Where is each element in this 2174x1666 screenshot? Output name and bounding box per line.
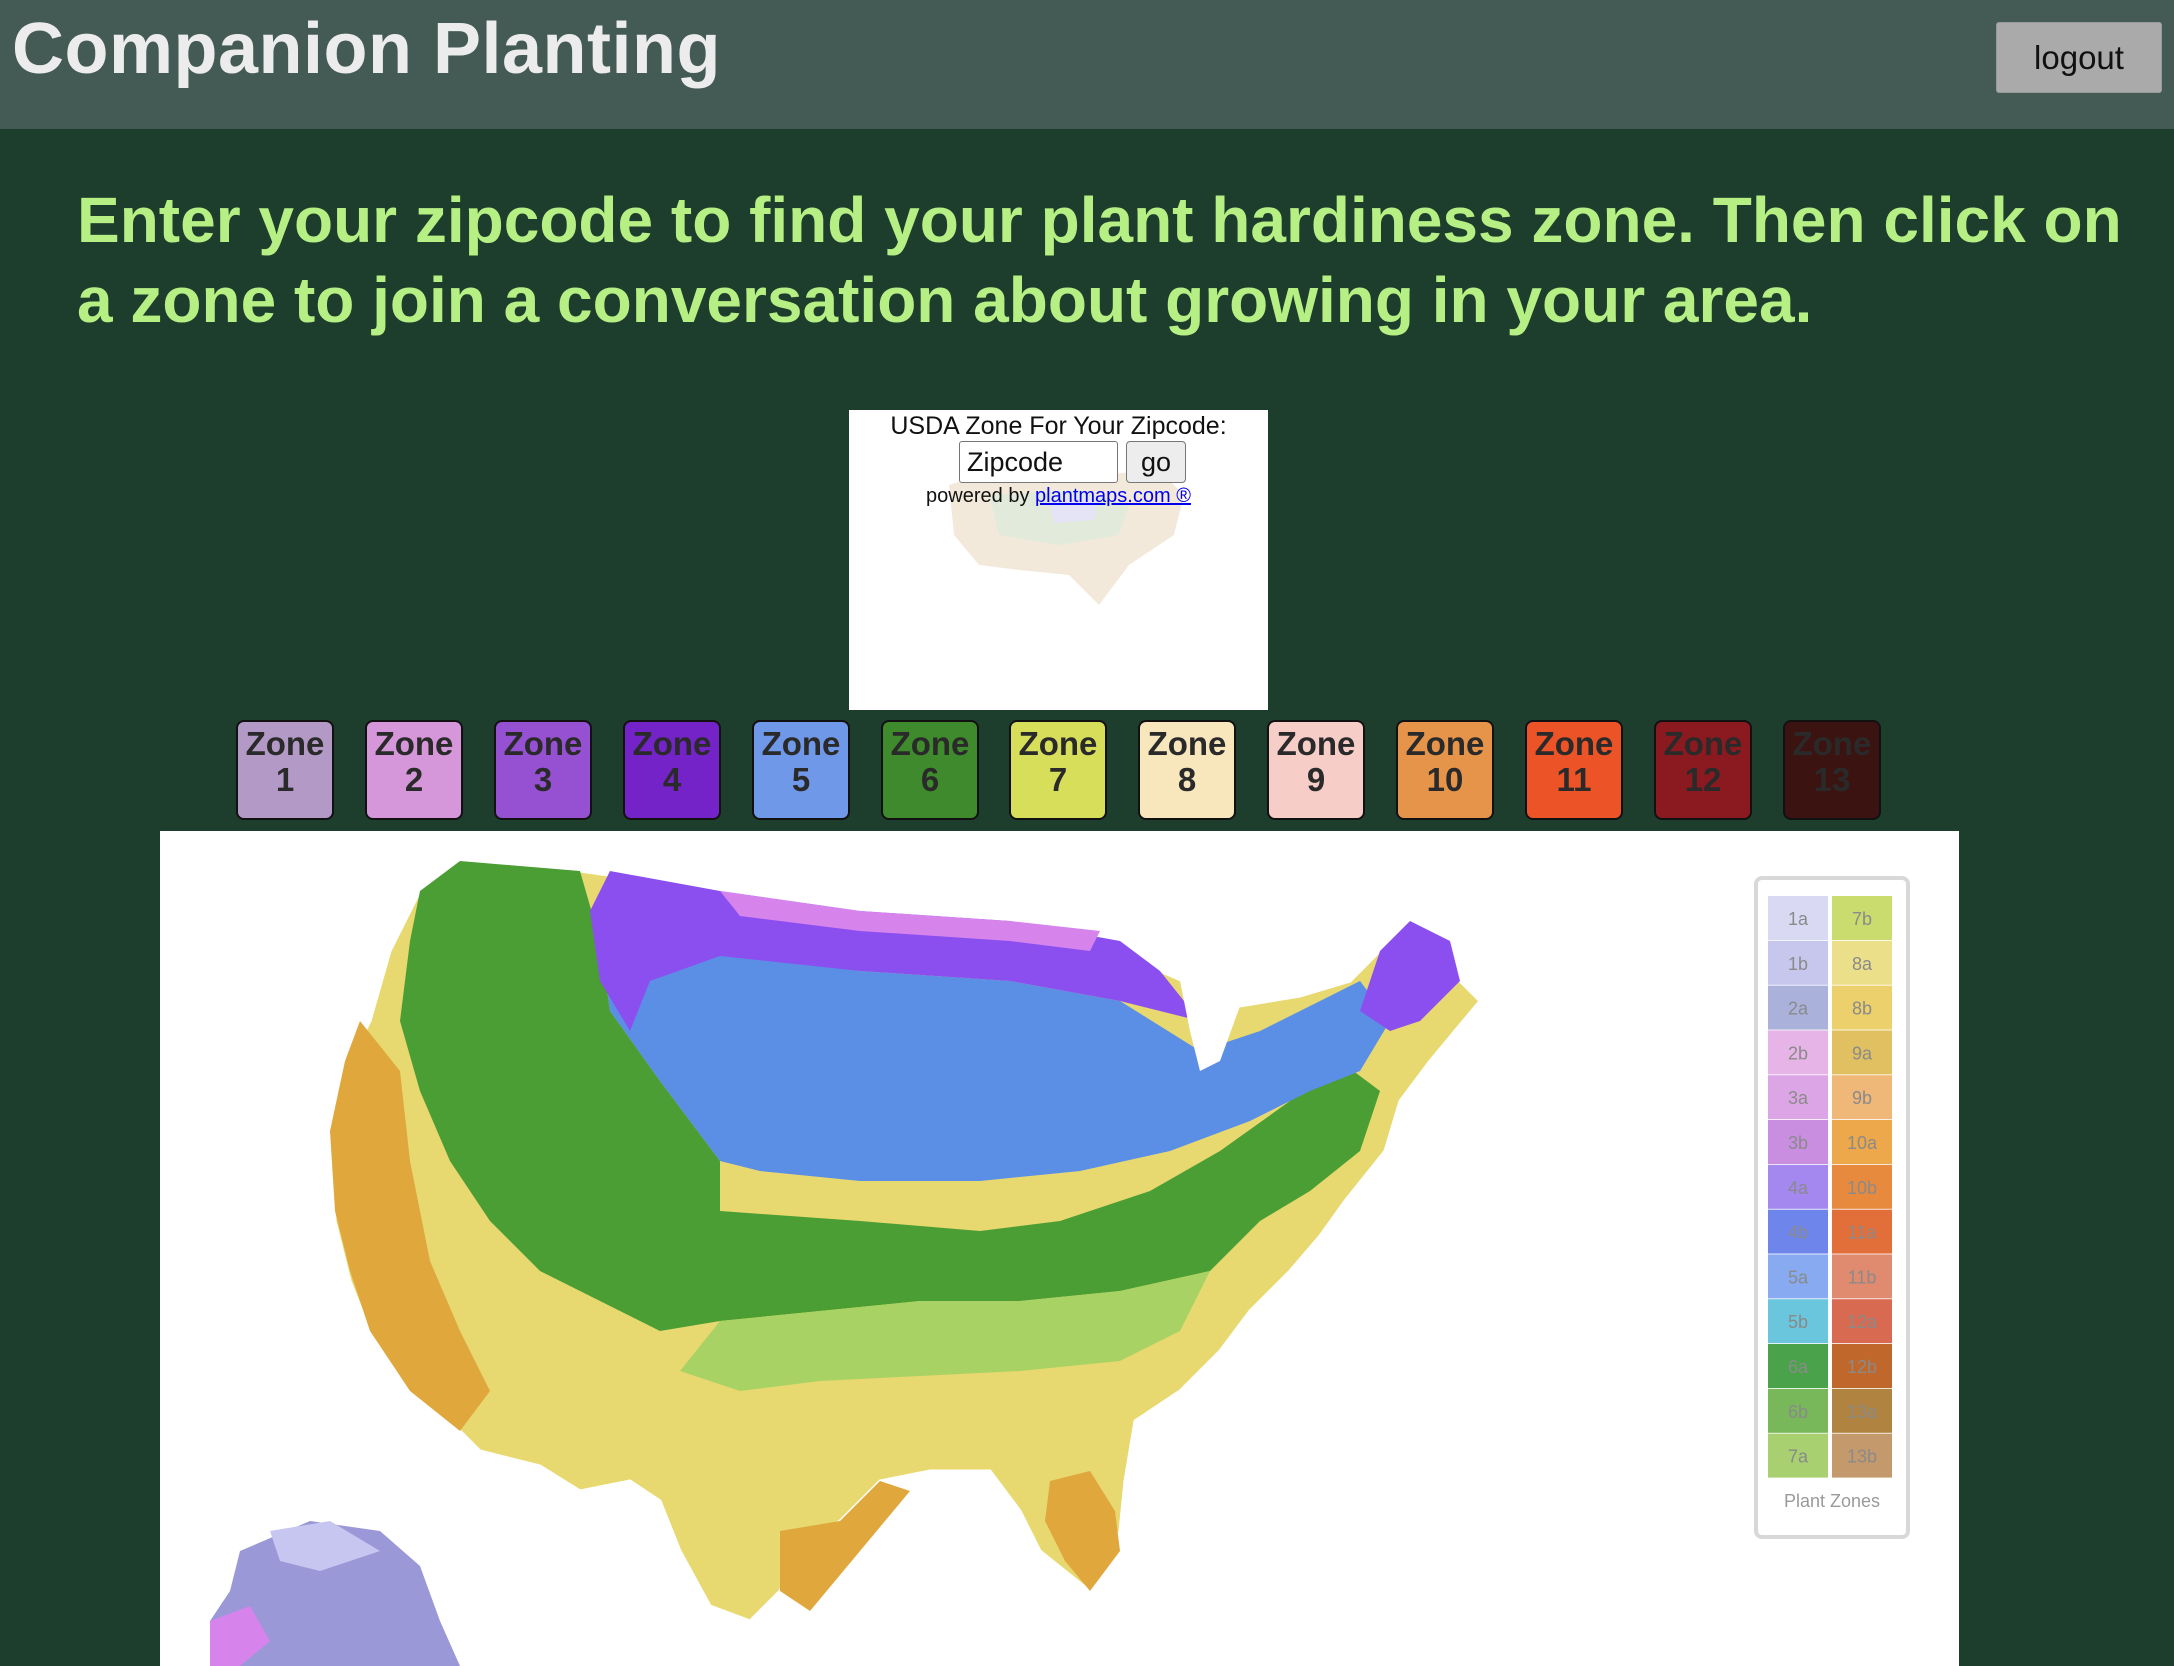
zone-label-number: 8 [1177, 761, 1197, 798]
zone-label-word: Zone [374, 725, 454, 762]
us-hardiness-map-icon: 1a 1b 2a 2b 3a 3b 4a 4b 5a 5b 6a 6b 7a 7b 8a 8b 9a 9b 10a… [210, 859, 1910, 1666]
zone-label-number: 7 [1048, 761, 1068, 798]
legend-label-5a: 5a [1788, 1267, 1809, 1287]
map-legend-right-column: 7b 8a 8b 9a 9b 10a 10b 11a 11b 12a 12b 13a 13b [1832, 896, 1892, 1478]
powered-by-text: powered by plantmaps.com ® [849, 480, 1268, 512]
zone-label-number: 2 [404, 761, 424, 798]
zone-2-button[interactable]: Zone 2 [365, 720, 463, 820]
zone-3-button[interactable]: Zone 3 [494, 720, 592, 820]
zone-label-number: 4 [662, 761, 682, 798]
zipcode-go-button[interactable]: go [1126, 441, 1186, 483]
zone-label-word: Zone [1792, 725, 1872, 762]
zone-label-word: Zone [1018, 725, 1098, 762]
legend-label-4b: 4b [1788, 1223, 1808, 1243]
legend-label-11a: 11a [1848, 1223, 1878, 1243]
legend-label-2b: 2b [1788, 1043, 1808, 1063]
hardiness-zone-map: 1a 1b 2a 2b 3a 3b 4a 4b 5a 5b 6a 6b 7a 7b 8a 8b 9a 9b 10a… [160, 831, 1959, 1666]
zone-label-word: Zone [761, 725, 841, 762]
zone-label-word: Zone [1663, 725, 1743, 762]
legend-label-13a: 13a [1847, 1402, 1878, 1422]
zone-label-number: 11 [1556, 761, 1592, 798]
legend-label-10b: 10b [1847, 1178, 1877, 1198]
map-legend-title: Plant Zones [1784, 1491, 1880, 1511]
zone-label-word: Zone [503, 725, 583, 762]
legend-label-2a: 2a [1788, 999, 1809, 1019]
legend-label-3b: 3b [1788, 1133, 1808, 1153]
zone-label-number: 9 [1306, 761, 1326, 798]
zone-label-number: 5 [791, 761, 811, 798]
zipcode-label: USDA Zone For Your Zipcode: [890, 412, 1227, 440]
zone-label-word: Zone [632, 725, 712, 762]
zone-label-word: Zone [1405, 725, 1485, 762]
zone-label-number: 10 [1426, 761, 1464, 798]
zone-label-word: Zone [1534, 725, 1614, 762]
zone-label-word: Zone [1276, 725, 1356, 762]
legend-label-6b: 6b [1788, 1402, 1808, 1422]
legend-label-6a: 6a [1788, 1357, 1809, 1377]
zone-1-button[interactable]: Zone 1 [236, 720, 334, 820]
legend-label-5b: 5b [1788, 1312, 1808, 1332]
zone-11-button[interactable]: Zone 11 [1525, 720, 1623, 820]
instructions-text: Enter your zipcode to find your plant ha… [77, 184, 2122, 336]
legend-label-10a: 10a [1847, 1133, 1878, 1153]
zone-label-word: Zone [245, 725, 325, 762]
zone-label-number: 6 [920, 761, 940, 798]
zone-10-button[interactable]: Zone 10 [1396, 720, 1494, 820]
legend-label-7a: 7a [1788, 1447, 1809, 1467]
plantmaps-link[interactable]: plantmaps.com ® [1035, 485, 1191, 507]
app-title: Companion Planting [12, 9, 721, 89]
app-header: Companion Planting logout [0, 0, 2174, 129]
legend-label-9a: 9a [1852, 1043, 1873, 1063]
logout-button[interactable]: logout [1996, 22, 2162, 93]
zone-label-number: 3 [533, 761, 553, 798]
zone-label-word: Zone [1147, 725, 1227, 762]
legend-label-9b: 9b [1852, 1088, 1872, 1108]
powered-by-label: powered by [926, 485, 1030, 507]
zone-9-button[interactable]: Zone 9 [1267, 720, 1365, 820]
zone-12-button[interactable]: Zone 12 [1654, 720, 1752, 820]
zone-5-button[interactable]: Zone 5 [752, 720, 850, 820]
legend-label-12b: 12b [1847, 1357, 1877, 1377]
zone-4-button[interactable]: Zone 4 [623, 720, 721, 820]
legend-label-7b: 7b [1852, 909, 1872, 929]
zipcode-widget: USDA Zone For Your Zipcode: go powered b… [849, 410, 1268, 710]
zone-label-word: Zone [890, 725, 970, 762]
zone-8-button[interactable]: Zone 8 [1138, 720, 1236, 820]
zone-label-number: 13 [1813, 761, 1851, 798]
legend-label-8b: 8b [1852, 999, 1872, 1019]
zone-7-button[interactable]: Zone 7 [1009, 720, 1107, 820]
zone-label-number: 12 [1684, 761, 1722, 798]
legend-label-11b: 11b [1848, 1267, 1877, 1287]
legend-label-1b: 1b [1788, 954, 1808, 974]
legend-label-8a: 8a [1852, 954, 1873, 974]
legend-label-1a: 1a [1788, 909, 1809, 929]
legend-label-13b: 13b [1847, 1447, 1877, 1467]
zone-13-button[interactable]: Zone 13 [1783, 720, 1881, 820]
legend-label-12a: 12a [1847, 1312, 1878, 1332]
map-legend-left-column: 1a 1b 2a 2b 3a 3b 4a 4b 5a 5b 6a 6b 7a [1768, 896, 1828, 1478]
zone-6-button[interactable]: Zone 6 [881, 720, 979, 820]
zone-label-number: 1 [275, 761, 295, 798]
legend-label-3a: 3a [1788, 1088, 1809, 1108]
legend-label-4a: 4a [1788, 1178, 1809, 1198]
zipcode-input[interactable] [959, 441, 1118, 483]
